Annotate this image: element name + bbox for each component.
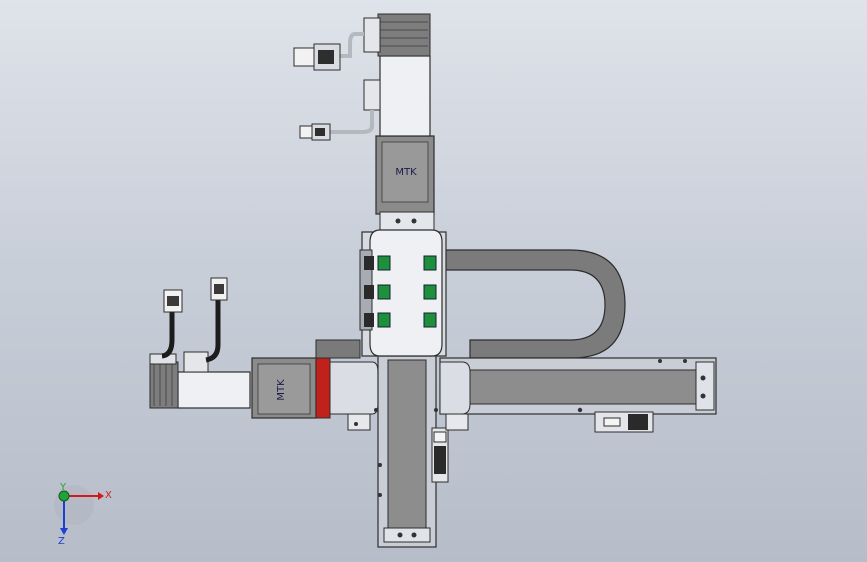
cable-drag-chain: [439, 249, 626, 359]
gantry-assembly-drawing: MTK MTK X Y Z: [54, 13, 717, 548]
horizontal-servo-motor: [149, 277, 251, 409]
coordinate-triad: X Y Z: [54, 482, 112, 547]
z-axis-label: Z: [58, 536, 65, 547]
horizontal-motor-label: MTK: [276, 379, 287, 401]
x-axis-label: X: [105, 490, 112, 501]
cross-carriage: [359, 229, 447, 357]
horizontal-motor-housing: MTK: [251, 339, 379, 431]
horizontal-linear-axis: [439, 357, 717, 433]
vertical-linear-axis: [374, 354, 471, 548]
vertical-servo-motor: [293, 13, 431, 141]
vertical-motor-housing: MTK: [375, 135, 435, 231]
y-axis-label: Y: [59, 482, 67, 493]
vertical-motor-label: MTK: [395, 167, 417, 178]
